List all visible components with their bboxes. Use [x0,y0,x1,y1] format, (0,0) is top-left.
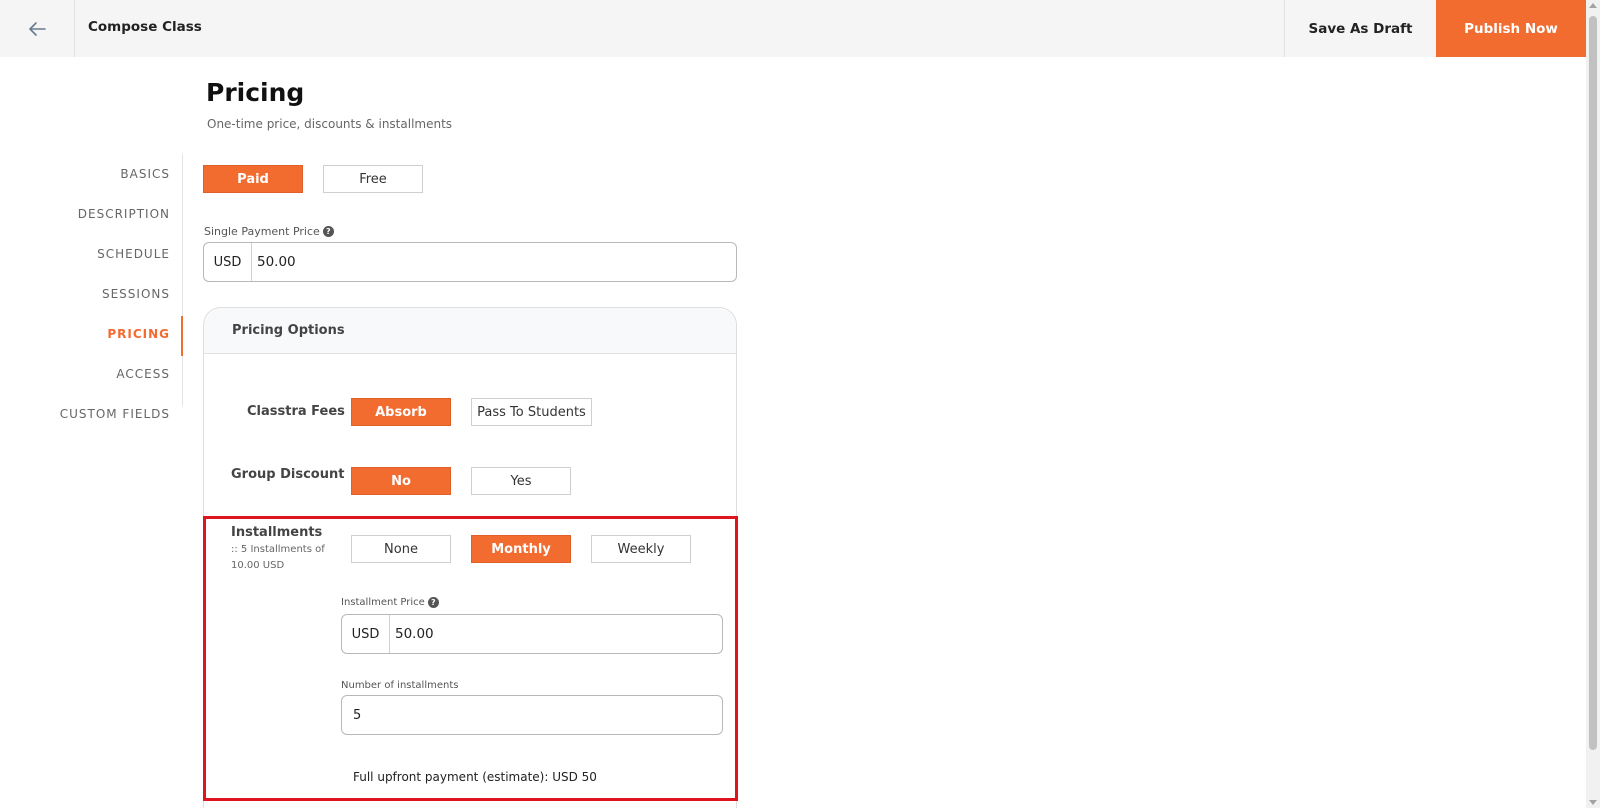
group-discount-label: Group Discount [231,467,345,482]
single-payment-price-label: Single Payment Price ? [204,225,334,238]
installment-price-input[interactable]: USD 50.00 [341,614,723,654]
nav-item-access[interactable]: ACCESS [116,367,170,381]
page-subtitle: One-time price, discounts & installments [207,117,453,131]
installment-price-label: Installment Price ? [341,597,439,608]
scrollbar[interactable] [1586,0,1600,808]
pricing-options-title: Pricing Options [232,323,345,338]
help-icon[interactable]: ? [322,226,334,237]
nav-active-indicator [181,316,183,356]
group-discount-yes-button[interactable]: Yes [471,467,571,495]
nav-item-pricing[interactable]: PRICING [107,327,170,341]
free-button[interactable]: Free [323,165,423,193]
scrollbar-thumb[interactable] [1589,16,1597,750]
page-title: Pricing [206,78,305,107]
nav-item-sessions[interactable]: SESSIONS [102,287,170,301]
number-of-installments-label: Number of installments [341,680,459,691]
nav-item-custom-fields[interactable]: CUSTOM FIELDS [60,407,170,421]
card-header: Pricing Options [204,308,736,354]
installments-weekly-button[interactable]: Weekly [591,535,691,563]
back-button[interactable] [0,0,75,57]
paid-button[interactable]: Paid [203,165,303,193]
installments-monthly-button[interactable]: Monthly [471,535,571,563]
section-nav: BASICS DESCRIPTION SCHEDULE SESSIONS PRI… [0,154,183,421]
installment-price-value[interactable]: 50.00 [390,615,722,653]
group-discount-no-button[interactable]: No [351,467,451,495]
installments-label: Installments [231,525,323,540]
help-icon[interactable]: ? [427,597,439,608]
absorb-button[interactable]: Absorb [351,398,451,426]
single-price-value[interactable]: 50.00 [252,243,736,281]
nav-item-schedule[interactable]: SCHEDULE [97,247,170,261]
single-price-input[interactable]: USD 50.00 [203,242,737,282]
arrow-left-icon [29,21,46,36]
publish-now-button[interactable]: Publish Now [1436,0,1586,57]
pass-to-students-button[interactable]: Pass To Students [471,398,592,426]
nav-item-basics[interactable]: BASICS [120,167,170,181]
installment-currency-prefix: USD [342,615,390,653]
page-header-title: Compose Class [88,19,202,35]
upfront-payment-estimate: Full upfront payment (estimate): USD 50 [353,770,597,784]
nav-item-description[interactable]: DESCRIPTION [78,207,170,221]
scroll-down-icon[interactable] [1589,800,1597,805]
number-of-installments-input[interactable]: 5 [341,695,723,735]
save-as-draft-button[interactable]: Save As Draft [1284,0,1436,57]
classtra-fees-label: Classtra Fees [247,404,345,419]
installments-none-button[interactable]: None [351,535,451,563]
top-bar: Compose Class Save As Draft Publish Now [0,0,1586,57]
installments-summary: :: 5 Installments of 10.00 USD [231,544,325,571]
currency-prefix: USD [204,243,252,281]
scroll-up-icon[interactable] [1589,3,1597,8]
